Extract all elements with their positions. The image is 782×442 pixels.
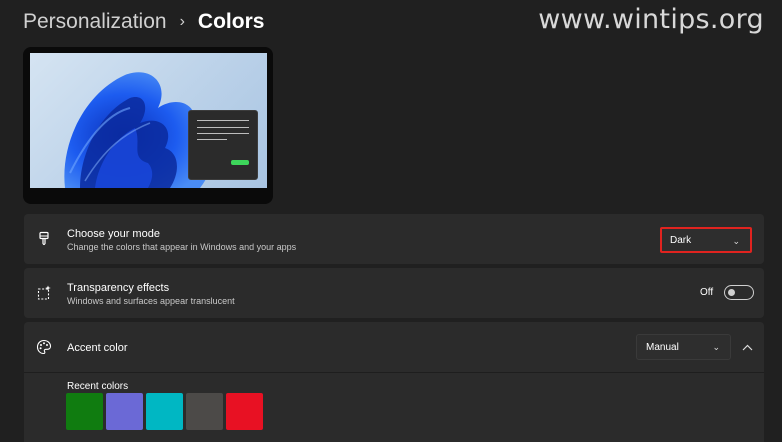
color-swatch[interactable] bbox=[106, 393, 143, 430]
color-swatch[interactable] bbox=[186, 393, 223, 430]
chevron-up-icon[interactable] bbox=[736, 334, 758, 360]
toggle-knob bbox=[728, 289, 735, 296]
choose-mode-title: Choose your mode bbox=[67, 228, 160, 240]
accent-dropdown-value: Manual bbox=[646, 341, 679, 353]
choose-mode-description: Change the colors that appear in Windows… bbox=[67, 242, 297, 252]
color-swatch[interactable] bbox=[66, 393, 103, 430]
accent-color-header[interactable]: Accent color Manual ⌄ bbox=[24, 322, 764, 372]
mode-dropdown[interactable]: Dark ⌄ bbox=[660, 227, 752, 253]
accent-color-section: Accent color Manual ⌄ Recent colors bbox=[24, 322, 764, 442]
transparency-description: Windows and surfaces appear translucent bbox=[67, 296, 235, 306]
divider bbox=[24, 372, 764, 373]
choose-mode-row: Choose your mode Change the colors that … bbox=[24, 214, 764, 264]
watermark: www.wintips.org bbox=[538, 4, 764, 35]
transparency-icon bbox=[36, 285, 52, 301]
mode-dropdown-value: Dark bbox=[670, 234, 692, 246]
breadcrumb: Personalization › Colors bbox=[23, 7, 264, 37]
breadcrumb-personalization[interactable]: Personalization bbox=[23, 10, 167, 34]
color-swatch[interactable] bbox=[146, 393, 183, 430]
color-swatch[interactable] bbox=[226, 393, 263, 430]
preview-window bbox=[188, 110, 258, 180]
breadcrumb-separator-icon: › bbox=[179, 13, 185, 30]
transparency-effects-row: Transparency effects Windows and surface… bbox=[24, 268, 764, 318]
transparency-title: Transparency effects bbox=[67, 282, 170, 294]
preview-accent-button bbox=[231, 160, 249, 165]
palette-icon bbox=[36, 339, 52, 355]
chevron-down-icon: ⌄ bbox=[732, 236, 740, 246]
page-title: Colors bbox=[197, 10, 265, 33]
chevron-down-icon: ⌄ bbox=[712, 342, 720, 352]
transparency-toggle-label: Off bbox=[700, 287, 714, 298]
accent-color-title: Accent color bbox=[67, 342, 128, 354]
accent-mode-dropdown[interactable]: Manual ⌄ bbox=[636, 334, 731, 360]
recent-colors-list bbox=[66, 393, 263, 430]
recent-colors-label: Recent colors bbox=[67, 381, 129, 392]
transparency-toggle[interactable] bbox=[724, 285, 754, 300]
paintbrush-icon bbox=[36, 231, 52, 247]
